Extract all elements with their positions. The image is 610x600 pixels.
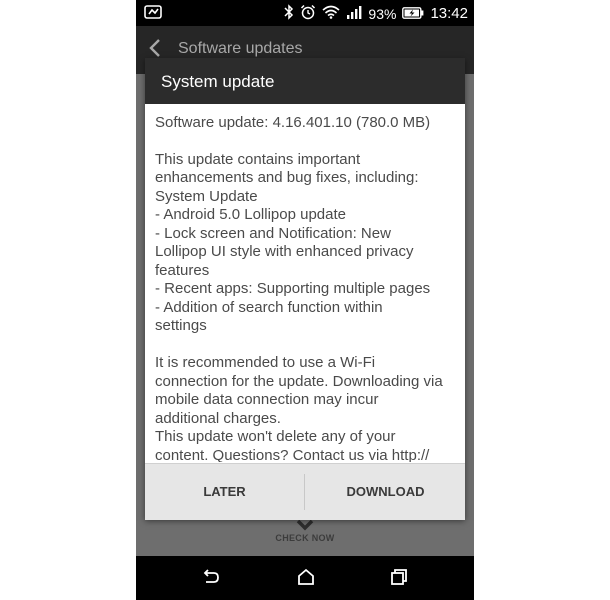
description-line: - Lock screen and Notification: New — [155, 224, 391, 242]
description-line: settings — [155, 317, 207, 334]
signal-icon — [346, 5, 362, 22]
home-icon[interactable] — [297, 568, 315, 591]
description-line: System Update — [155, 187, 258, 205]
description-line: - Recent apps: Supporting multiple pages — [155, 280, 431, 297]
bluetooth-icon — [284, 4, 294, 23]
dialog-header: System update — [145, 58, 465, 104]
dialog-title: System update — [161, 72, 275, 91]
description-line: - Android 5.0 Lollipop update — [155, 206, 346, 223]
update-version: Software update: 4.16.401.10 (780.0 MB) — [155, 114, 431, 131]
description-line: enhancements and bug fixes, including: — [155, 169, 419, 186]
page-title: Software updates — [178, 40, 303, 57]
recommendation-line: additional charges. — [155, 409, 281, 427]
dialog-actions: LATER DOWNLOAD — [145, 463, 465, 520]
recommendation-line: It is recommended to use a Wi-Fi — [155, 354, 376, 371]
description-line: features — [155, 261, 210, 279]
battery-percent: 93% — [368, 5, 397, 22]
action-divider — [304, 474, 305, 510]
status-bar: 93% 13:42 — [136, 0, 474, 26]
check-now-button[interactable]: CHECK NOW — [136, 533, 474, 543]
phone-screen: 93% 13:42 Software updates CHECK NOW Sys… — [136, 0, 474, 600]
recommendation-line: mobile data connection may incur — [155, 391, 379, 408]
back-icon[interactable] — [202, 568, 220, 591]
notification-icon — [144, 5, 162, 22]
description-line: This update contains important — [155, 150, 361, 168]
wifi-icon — [322, 5, 340, 22]
description-line: Lollipop UI style with enhanced privacy — [155, 243, 414, 260]
navigation-bar — [136, 556, 474, 600]
update-recommendation: It is recommended to use a Wi-Fi connect… — [155, 354, 459, 462]
download-button[interactable]: DOWNLOAD — [306, 464, 465, 520]
dialog-body[interactable]: Software update: 4.16.401.10 (780.0 MB) … — [155, 114, 459, 462]
recents-icon[interactable] — [390, 568, 408, 591]
alarm-icon — [300, 4, 316, 23]
recommendation-line: connection for the update. Downloading v… — [155, 372, 443, 390]
recommendation-line: content. Questions? Contact us via http:… — [155, 446, 430, 463]
status-clock: 13:42 — [430, 5, 468, 22]
description-line: - Addition of search function within — [155, 298, 383, 316]
recommendation-line: This update won't delete any of your — [155, 428, 396, 445]
battery-charging-icon — [402, 6, 424, 22]
later-button[interactable]: LATER — [145, 464, 304, 520]
system-update-dialog: System update Software update: 4.16.401.… — [145, 58, 465, 520]
update-description: This update contains important enhanceme… — [155, 151, 459, 336]
